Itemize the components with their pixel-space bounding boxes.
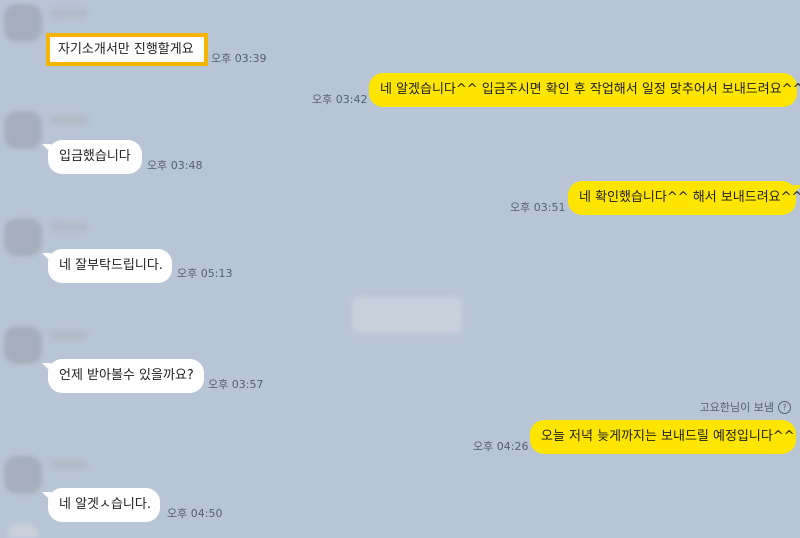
sender-name — [50, 115, 88, 125]
avatar[interactable] — [4, 4, 42, 42]
avatar-partial[interactable] — [8, 524, 38, 538]
message-time: 오후 03:39 — [211, 52, 267, 65]
message-text: 자기소개서만 진행할게요 — [58, 42, 194, 57]
message-time: 오후 03:42 — [312, 93, 368, 106]
message-text: 네 알겠습니다^^ 입금주시면 확인 후 작업해서 일정 맞추어서 보내드려요^… — [380, 82, 800, 97]
message-bubble-outgoing[interactable]: 네 알겠습니다^^ 입금주시면 확인 후 작업해서 일정 맞추어서 보내드려요^… — [369, 73, 800, 107]
bubble-tail — [793, 185, 800, 194]
message-text: 네 알겟ㅅ습니다. — [59, 497, 151, 512]
message-bubble-incoming[interactable]: 언제 받아볼수 있을까요? — [48, 359, 204, 393]
message-time: 오후 04:26 — [473, 440, 529, 453]
sender-name — [50, 8, 88, 18]
message-bubble-incoming[interactable]: 네 알겟ㅅ습니다. — [48, 488, 160, 522]
avatar[interactable] — [4, 111, 42, 149]
message-bubble-outgoing[interactable]: 네 확인했습니다^^ 해서 보내드려요^^ — [568, 181, 800, 215]
message-time: 오후 04:50 — [167, 507, 223, 520]
message-text: 네 잘부탁드립니다. — [59, 258, 163, 273]
highlighted-message-box[interactable]: 자기소개서만 진행할게요 — [46, 33, 208, 66]
message-text: 네 확인했습니다^^ 해서 보내드려요^^ — [579, 190, 800, 205]
sender-note: 고요한님이 보냄 ? — [700, 399, 791, 415]
message-time: 오후 03:48 — [147, 159, 203, 172]
sender-name — [50, 222, 88, 232]
message-text: 입금했습니다 — [59, 149, 131, 164]
message-time: 오후 03:57 — [208, 378, 264, 391]
avatar[interactable] — [4, 456, 42, 494]
message-bubble-outgoing[interactable]: 오늘 저녁 늦게까지는 보내드릴 예정입니다^^ — [530, 420, 796, 454]
message-text: 오늘 저녁 늦게까지는 보내드릴 예정입니다^^ — [541, 429, 795, 444]
sender-note-text: 고요한님이 보냄 — [699, 401, 774, 414]
question-circle-icon[interactable]: ? — [778, 400, 791, 414]
avatar[interactable] — [4, 326, 42, 364]
message-text: 언제 받아볼수 있을까요? — [59, 368, 194, 383]
sender-name — [50, 330, 88, 340]
blurred-system-notice — [352, 297, 462, 333]
message-bubble-incoming[interactable]: 입금했습니다 — [48, 140, 142, 174]
avatar[interactable] — [4, 218, 42, 256]
message-time: 오후 03:51 — [510, 201, 566, 214]
sender-name — [50, 460, 88, 470]
message-time: 오후 05:13 — [177, 267, 233, 280]
message-bubble-incoming[interactable]: 네 잘부탁드립니다. — [48, 249, 172, 283]
